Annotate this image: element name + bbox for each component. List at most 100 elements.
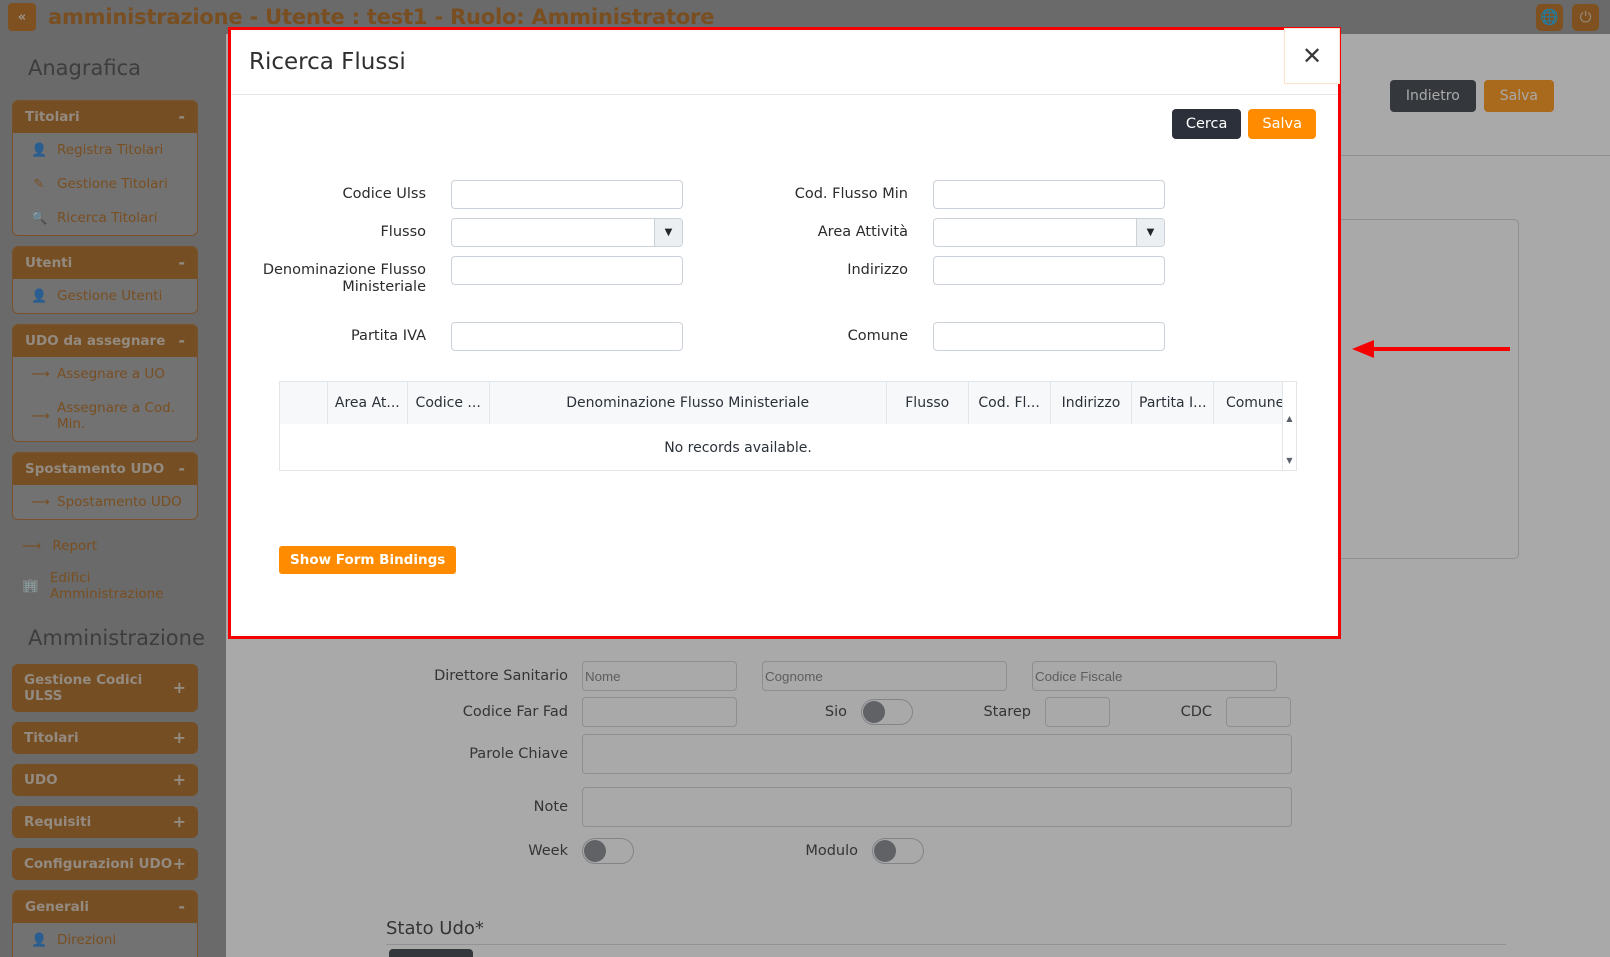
grid-col-denominazione[interactable]: Denominazione Flusso Ministeriale <box>490 382 887 424</box>
show-form-bindings-button[interactable]: Show Form Bindings <box>279 546 457 574</box>
starep-label: Starep <box>983 704 1031 720</box>
sidebar-group-header-requisiti[interactable]: Requisiti + <box>12 806 198 838</box>
plus-icon[interactable]: + <box>173 772 186 788</box>
cod-flusso-min-input[interactable] <box>933 180 1165 209</box>
partita-iva-input[interactable] <box>451 322 683 351</box>
sidebar-item-assegnare-a-uo[interactable]: ⟶ Assegnare a UO <box>13 357 197 391</box>
sidebar-item-label: Assegnare a UO <box>57 366 165 382</box>
back-button[interactable]: Indietro <box>1389 80 1476 112</box>
sidebar-group-titolari-admin[interactable]: Titolari + <box>12 722 198 754</box>
scroll-down-icon[interactable]: ▼ <box>1283 454 1296 468</box>
sidebar-group-header-udo-da-assegnare[interactable]: UDO da assegnare - <box>13 325 197 357</box>
sidebar-collapse-icon[interactable]: « <box>8 3 36 31</box>
sidebar-group-label: UDO da assegnare <box>25 333 166 349</box>
modulo-toggle[interactable] <box>872 838 924 864</box>
note-label: Note <box>533 799 568 815</box>
grid-scrollbar[interactable]: ▲ ▼ <box>1282 382 1296 470</box>
sidebar-item-assegnare-a-cod-min[interactable]: ⟶ Assegnare a Cod. Min. <box>13 391 197 441</box>
sidebar-group-header-utenti[interactable]: Utenti - <box>13 247 197 279</box>
minus-icon[interactable]: - <box>178 109 185 125</box>
chevron-down-icon[interactable]: ▼ <box>1136 219 1164 246</box>
power-icon[interactable]: ⏻ <box>1572 3 1599 31</box>
grid-col-cod-flusso[interactable]: Cod. Fl... <box>969 382 1051 424</box>
grid-col-indirizzo[interactable]: Indirizzo <box>1051 382 1133 424</box>
app-root: « amministrazione - Utente : test1 - Ruo… <box>0 0 1610 957</box>
sidebar-group-header-spostamento-udo[interactable]: Spostamento UDO - <box>13 453 197 485</box>
sidebar-group-udo[interactable]: UDO + <box>12 764 198 796</box>
sidebar-group-udo-da-assegnare[interactable]: UDO da assegnare - ⟶ Assegnare a UO ⟶ As… <box>12 324 198 442</box>
direttore-nome-input[interactable] <box>582 661 737 691</box>
sidebar-group-configurazioni-udo[interactable]: Configurazioni UDO + <box>12 848 198 880</box>
plus-icon[interactable]: + <box>173 680 186 696</box>
sidebar-item-gestione-titolari[interactable]: ✎ Gestione Titolari <box>13 167 197 201</box>
grid-col-partita-iva[interactable]: Partita I... <box>1132 382 1215 424</box>
sidebar-group-label: UDO <box>24 772 58 788</box>
sidebar-item-label: Ricerca Titolari <box>57 210 158 226</box>
sidebar-group-header-generali[interactable]: Generali - <box>13 891 197 923</box>
sidebar-item-direzioni[interactable]: 👤 Direzioni <box>13 923 197 957</box>
sidebar-group-header-configurazioni-udo[interactable]: Configurazioni UDO + <box>12 848 198 880</box>
sidebar-item-edifici-amministrazione[interactable]: 🏢 Edifici Amministrazione <box>0 562 210 610</box>
starep-input[interactable] <box>1045 697 1110 727</box>
direttore-codfisc-input[interactable] <box>1032 661 1277 691</box>
sidebar-item-report[interactable]: ⟶ Report <box>0 530 210 562</box>
minus-icon[interactable]: - <box>178 899 185 915</box>
minus-icon[interactable]: - <box>178 461 185 477</box>
comune-label: Comune <box>847 328 908 344</box>
sidebar-group-header-titolari-admin[interactable]: Titolari + <box>12 722 198 754</box>
salva-button[interactable]: Salva <box>1248 109 1316 139</box>
plus-icon[interactable]: + <box>173 856 186 872</box>
plus-icon[interactable]: + <box>173 730 186 746</box>
sidebar-group-requisiti[interactable]: Requisiti + <box>12 806 198 838</box>
note-textarea[interactable] <box>582 787 1292 827</box>
close-icon[interactable]: ✕ <box>1284 28 1340 84</box>
sidebar-group-header-titolari[interactable]: Titolari - <box>13 101 197 133</box>
aggiungi-button[interactable]: Aggiungi <box>389 949 473 957</box>
sidebar-group-utenti[interactable]: Utenti - 👤 Gestione Utenti <box>12 246 198 314</box>
sio-toggle[interactable] <box>861 699 913 725</box>
sidebar-item-gestione-utenti[interactable]: 👤 Gestione Utenti <box>13 279 197 313</box>
parole-chiave-textarea[interactable] <box>582 734 1292 774</box>
codice-ulss-input[interactable] <box>451 180 683 209</box>
globe-icon[interactable]: 🌐 <box>1536 3 1563 31</box>
sidebar-group-header-udo[interactable]: UDO + <box>12 764 198 796</box>
building-icon: 🏢 <box>22 578 39 594</box>
grid-col-area-attivita[interactable]: Area At... <box>328 382 408 424</box>
save-button[interactable]: Salva <box>1483 80 1554 112</box>
plus-icon[interactable]: + <box>173 814 186 830</box>
grid-col-flusso[interactable]: Flusso <box>887 382 969 424</box>
arrow-right-icon: ⟶ <box>31 494 50 510</box>
sidebar-item-spostamento-udo[interactable]: ⟶ Spostamento UDO <box>13 485 197 519</box>
cerca-button[interactable]: Cerca <box>1171 109 1242 139</box>
minus-icon[interactable]: - <box>178 333 185 349</box>
sidebar-item-label: Registra Titolari <box>57 142 164 158</box>
indirizzo-input[interactable] <box>933 256 1165 285</box>
scroll-up-icon[interactable]: ▲ <box>1283 412 1296 426</box>
sidebar-group-gestione-codici-ulss[interactable]: Gestione Codici ULSS + <box>12 664 198 712</box>
flusso-select[interactable]: ▼ <box>451 218 683 247</box>
sidebar-group-label: Titolari <box>25 109 80 125</box>
sidebar-item-registra-titolari[interactable]: 👤 Registra Titolari <box>13 133 197 167</box>
grid-col-codice[interactable]: Codice ... <box>408 382 490 424</box>
sidebar-group-titolari[interactable]: Titolari - 👤 Registra Titolari ✎ Gestion… <box>12 100 198 236</box>
direttore-cognome-input[interactable] <box>762 661 1007 691</box>
comune-input[interactable] <box>933 322 1165 351</box>
minus-icon[interactable]: - <box>178 255 185 271</box>
sidebar-group-label: Gestione Codici ULSS <box>24 672 143 704</box>
sio-label: Sio <box>824 704 847 720</box>
chevron-down-icon[interactable]: ▼ <box>654 219 682 246</box>
sidebar-group-generali[interactable]: Generali - 👤 Direzioni 👤 Distretti <box>12 890 198 957</box>
week-toggle[interactable] <box>582 838 634 864</box>
toggle-knob <box>874 840 896 862</box>
area-attivita-select[interactable]: ▼ <box>933 218 1165 247</box>
sidebar-item-ricerca-titolari[interactable]: 🔍 Ricerca Titolari <box>13 201 197 235</box>
denominazione-flusso-ministeriale-input[interactable] <box>451 256 683 285</box>
sidebar[interactable]: Anagrafica Titolari - 👤 Registra Titolar… <box>0 34 226 957</box>
arrow-right-icon: ⟶ <box>31 366 50 382</box>
field-row-codice-far-fad: Codice Far Fad Sio Starep CDC <box>378 697 1291 727</box>
cdc-input[interactable] <box>1226 697 1291 727</box>
sidebar-group-header-gestione-codici-ulss[interactable]: Gestione Codici ULSS + <box>12 664 198 712</box>
codice-far-fad-input[interactable] <box>582 697 737 727</box>
sidebar-group-spostamento-udo[interactable]: Spostamento UDO - ⟶ Spostamento UDO <box>12 452 198 520</box>
grid-col-select[interactable] <box>280 382 328 424</box>
